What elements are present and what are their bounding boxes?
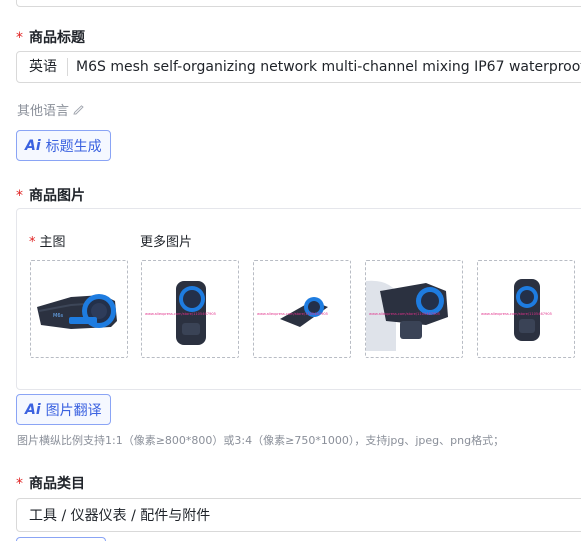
svg-text:www.aliexpress.com/store/11054: www.aliexpress.com/store/1105467905 xyxy=(369,312,440,316)
required-mark: * xyxy=(16,30,23,46)
svg-text:M6s: M6s xyxy=(53,313,63,319)
product-images-label: * 商品图片 xyxy=(16,185,85,205)
image-format-hint: 图片横纵比例支持1:1（像素≥800*800）或3:4（像素≥750*1000）… xyxy=(17,434,505,447)
product-category-select[interactable]: 工具 / 仪器仪表 / 配件与附件 xyxy=(16,498,581,532)
product-images-label-text: 商品图片 xyxy=(29,188,85,204)
intercom-angle-image-icon: www.aliexpress.com/store/1105467905 xyxy=(257,297,328,327)
intercom-side-image-icon: www.aliexpress.com/store/1105467905 xyxy=(145,281,216,345)
more-image-slot-4[interactable]: www.aliexpress.com/store/1105467905 xyxy=(477,260,575,358)
product-title-label-text: 商品标题 xyxy=(29,30,85,46)
product-images-panel: * 主图 更多图片 M6s www.aliexpress.com/store/11… xyxy=(16,208,581,390)
more-image-slot-2[interactable]: www.aliexpress.com/store/1105467905 xyxy=(253,260,351,358)
main-image-slot[interactable]: M6s xyxy=(30,260,128,358)
svg-text:www.aliexpress.com/store/11054: www.aliexpress.com/store/1105467905 xyxy=(481,312,552,316)
more-image-slot-1[interactable]: www.aliexpress.com/store/1105467905 xyxy=(141,260,239,358)
product-title-value[interactable]: M6S mesh self-organizing network multi-c… xyxy=(68,59,581,75)
next-button-edge[interactable] xyxy=(16,537,106,541)
other-languages-toggle[interactable]: 其他语言 xyxy=(17,100,85,119)
other-languages-label: 其他语言 xyxy=(17,104,70,119)
intercom-main-image-icon: M6s xyxy=(37,294,117,329)
product-category-label-text: 商品类目 xyxy=(29,476,85,492)
title-generate-label: 标题生成 xyxy=(45,138,102,155)
main-image-label-text: 主图 xyxy=(39,235,66,250)
product-category-label: * 商品类目 xyxy=(16,473,85,493)
title-generate-button[interactable]: Ai 标题生成 xyxy=(16,130,111,161)
image-translate-button[interactable]: Ai 图片翻译 xyxy=(16,394,111,425)
previous-field-box[interactable] xyxy=(16,0,581,7)
image-translate-label: 图片翻译 xyxy=(45,402,102,419)
product-title-input[interactable]: 英语 M6S mesh self-organizing network mult… xyxy=(16,51,581,83)
language-selector[interactable]: 英语 xyxy=(17,58,68,76)
ai-icon: Ai xyxy=(25,137,41,154)
ai-icon: Ai xyxy=(25,401,41,418)
svg-text:www.aliexpress.com/store/11054: www.aliexpress.com/store/1105467905 xyxy=(257,312,328,316)
more-image-slot-3[interactable]: www.aliexpress.com/store/1105467905 xyxy=(365,260,463,358)
main-image-label: * 主图 xyxy=(29,231,66,250)
product-title-label: * 商品标题 xyxy=(16,27,85,47)
edit-pencil-icon xyxy=(73,104,85,115)
more-images-label: 更多图片 xyxy=(140,235,193,250)
required-mark: * xyxy=(16,476,23,492)
svg-text:www.aliexpress.com/store/11054: www.aliexpress.com/store/1105467905 xyxy=(145,312,216,316)
intercom-back-image-icon: www.aliexpress.com/store/1105467905 xyxy=(481,279,552,341)
required-mark: * xyxy=(16,188,23,204)
required-mark: * xyxy=(29,235,36,250)
intercom-mounted-image-icon: www.aliexpress.com/store/1105467905 xyxy=(366,280,448,351)
